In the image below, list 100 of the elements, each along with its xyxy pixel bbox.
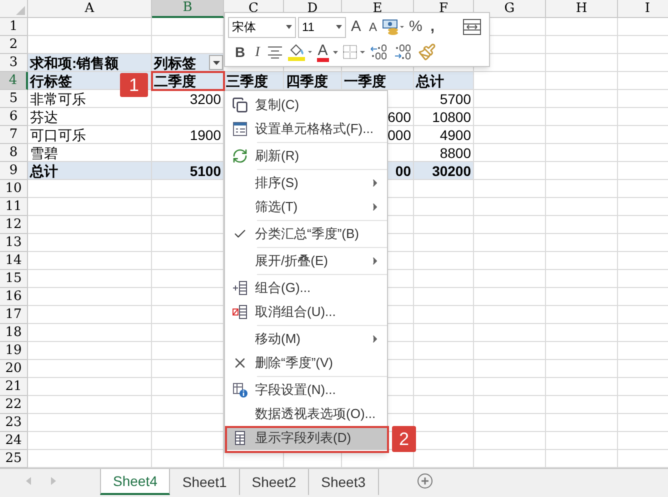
row-header[interactable]: 24	[0, 432, 28, 450]
table-cell	[546, 108, 618, 126]
font-color-button[interactable]: A	[316, 42, 329, 62]
table-cell: 5700	[414, 90, 474, 108]
ungroup-icon	[232, 304, 248, 320]
table-cell: 芬达	[28, 108, 152, 126]
font-size-dropdown[interactable]: 11	[298, 16, 346, 38]
menu-item[interactable]: 数据透视表选项(O)...	[225, 402, 387, 426]
table-cell	[546, 270, 618, 288]
shrink-font-button[interactable]: A	[366, 16, 380, 38]
fill-color-icon[interactable]	[286, 42, 313, 62]
bold-button[interactable]: B	[232, 41, 248, 63]
table-cell	[474, 324, 546, 342]
menu-item[interactable]: 移动(M)	[225, 327, 387, 351]
table-cell	[546, 378, 618, 396]
row-header[interactable]: 25	[0, 450, 28, 468]
column-header[interactable]: I	[618, 0, 668, 18]
row-header[interactable]: 22	[0, 396, 28, 414]
row-header[interactable]: 20	[0, 360, 28, 378]
row-header[interactable]: 16	[0, 288, 28, 306]
table-cell	[546, 360, 618, 378]
table-cell	[546, 324, 618, 342]
table-cell	[474, 288, 546, 306]
row-header[interactable]: 9	[0, 162, 28, 180]
row-header[interactable]: 10	[0, 180, 28, 198]
menu-item[interactable]: 取消组合(U)...	[225, 300, 387, 327]
table-cell	[474, 234, 546, 252]
menu-item[interactable]: 显示字段列表(D)	[225, 426, 387, 450]
menu-item[interactable]: 删除“季度”(V)	[225, 351, 387, 378]
table-cell: 四季度	[284, 72, 342, 90]
grow-font-button[interactable]: A	[348, 16, 364, 38]
table-cell	[414, 306, 474, 324]
table-cell	[414, 378, 474, 396]
filter-dropdown-button[interactable]	[209, 55, 223, 70]
table-cell: 列标签	[154, 56, 196, 70]
column-header[interactable]: B	[152, 0, 224, 18]
row-header[interactable]: 2	[0, 36, 28, 54]
table-cell	[474, 306, 546, 324]
table-cell	[546, 432, 618, 450]
add-sheet-icon[interactable]	[416, 473, 432, 489]
row-header[interactable]: 19	[0, 342, 28, 360]
menu-item[interactable]: 组合(G)...	[225, 276, 387, 300]
row-header[interactable]: 14	[0, 252, 28, 270]
table-cell: 总计	[414, 72, 474, 90]
sheet-tab[interactable]: Sheet1	[170, 469, 240, 495]
row-header[interactable]: 17	[0, 306, 28, 324]
table-cell	[546, 234, 618, 252]
borders-icon[interactable]	[342, 44, 366, 60]
corner-triangle-icon	[16, 6, 25, 15]
table-cell: 总计	[28, 162, 152, 180]
center-align-icon[interactable]	[266, 45, 283, 59]
menu-item[interactable]: 字段设置(N)...	[225, 378, 387, 402]
menu-item[interactable]: 分类汇总“季度”(B)	[225, 222, 387, 249]
row-header[interactable]: 1	[0, 18, 28, 36]
accounting-format-icon[interactable]	[382, 18, 404, 36]
percent-button[interactable]: %	[406, 16, 426, 38]
callout-badge: 2	[392, 426, 416, 452]
row-header[interactable]: 8	[0, 144, 28, 162]
sheet-tab[interactable]: Sheet4	[100, 469, 170, 495]
row-header[interactable]: 5	[0, 90, 28, 108]
table-cell	[414, 396, 474, 414]
font-name-dropdown[interactable]: 宋体	[228, 16, 296, 38]
row-header[interactable]: 11	[0, 198, 28, 216]
caret-icon	[336, 25, 342, 29]
sheet-tab[interactable]: Sheet3	[309, 469, 378, 495]
comma-button[interactable]: ,	[427, 16, 438, 38]
table-cell	[414, 216, 474, 234]
caret-icon	[286, 25, 292, 29]
row-header[interactable]: 21	[0, 378, 28, 396]
italic-button[interactable]: I	[252, 41, 263, 63]
table-cell: 求和项:销售额	[28, 54, 152, 72]
column-header[interactable]: H	[546, 0, 618, 18]
table-cell	[414, 288, 474, 306]
menu-item[interactable]: 展开/折叠(E)	[225, 249, 387, 276]
row-header[interactable]: 7	[0, 126, 28, 144]
wrap-text-icon[interactable]	[462, 18, 482, 36]
table-cell	[474, 360, 546, 378]
table-cell	[546, 90, 618, 108]
row-header[interactable]: 15	[0, 270, 28, 288]
refresh-icon	[232, 148, 248, 164]
table-cell	[414, 324, 474, 342]
caret-icon[interactable]	[332, 50, 338, 54]
row-header[interactable]: 4	[0, 72, 28, 90]
row-header[interactable]: 13	[0, 234, 28, 252]
row-header[interactable]: 6	[0, 108, 28, 126]
sheet-tab[interactable]: Sheet2	[240, 469, 310, 495]
field-list-icon	[232, 430, 248, 446]
row-header[interactable]: 3	[0, 54, 28, 72]
table-cell	[474, 270, 546, 288]
table-cell	[546, 54, 618, 72]
table-cell	[414, 234, 474, 252]
table-cell	[546, 126, 618, 144]
caret-icon	[212, 60, 220, 64]
row-header[interactable]: 12	[0, 216, 28, 234]
table-cell	[414, 252, 474, 270]
row-header[interactable]: 18	[0, 324, 28, 342]
menu-item[interactable]: 筛选(T)	[225, 195, 387, 222]
table-cell: 4900	[414, 126, 474, 144]
row-header[interactable]: 23	[0, 414, 28, 432]
table-cell: 一季度	[342, 72, 414, 90]
